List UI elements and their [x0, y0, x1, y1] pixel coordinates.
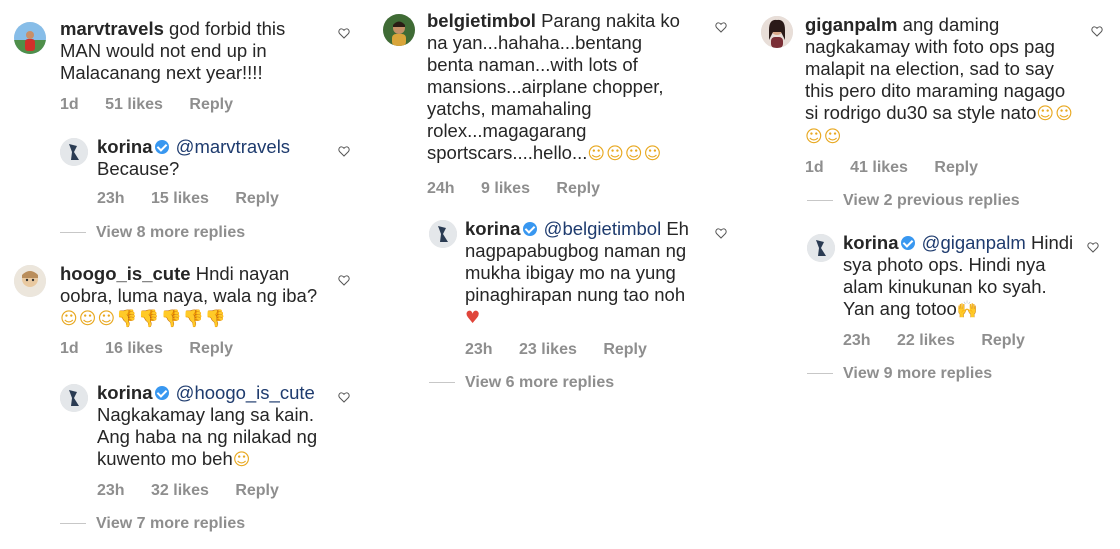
- heart-outline-icon[interactable]: [338, 28, 350, 39]
- divider-line: [807, 200, 833, 202]
- avatar-marvtravels[interactable]: [14, 22, 46, 54]
- view-more-label: View 9 more replies: [843, 365, 993, 382]
- view-more-replies-button[interactable]: View 6 more replies: [429, 374, 614, 392]
- view-more-label: View 8 more replies: [96, 224, 246, 241]
- reply-button[interactable]: Reply: [556, 180, 600, 198]
- view-more-label: View 6 more replies: [465, 374, 615, 391]
- reply-mention[interactable]: @marvtravels: [176, 136, 290, 157]
- comment-time: 1d: [60, 96, 79, 113]
- avatar-korina[interactable]: [807, 234, 835, 262]
- reply-mention[interactable]: @giganpalm: [922, 232, 1026, 253]
- heart-outline-icon[interactable]: [1087, 242, 1099, 253]
- divider-line: [807, 373, 833, 375]
- reply-likes[interactable]: 22 likes: [897, 332, 955, 350]
- divider-line: [60, 232, 86, 234]
- comment-username[interactable]: hoogo_is_cute: [60, 263, 191, 284]
- reply-meta: 23h 22 likes Reply: [843, 332, 1047, 350]
- reply-button[interactable]: Reply: [235, 482, 279, 500]
- heart-outline-icon[interactable]: [715, 228, 727, 239]
- reply-mention[interactable]: @hoogo_is_cute: [176, 382, 315, 403]
- heart-outline-icon[interactable]: [1091, 26, 1103, 37]
- comment-text: Parang nakita ko na yan...hahaha...benta…: [427, 10, 680, 163]
- comment-username[interactable]: belgietimbol: [427, 10, 536, 31]
- laughing-emoji-icon: ☺☺☺☺: [587, 144, 663, 164]
- reply-likes[interactable]: 23 likes: [519, 341, 577, 359]
- avatar-korina[interactable]: [60, 384, 88, 412]
- comment-likes[interactable]: 16 likes: [105, 340, 163, 358]
- comment-username[interactable]: giganpalm: [805, 14, 898, 35]
- divider-line: [429, 382, 455, 384]
- thumbs-down-emoji-icon: 👎👎👎👎👎: [116, 309, 228, 329]
- comment-time: 24h: [427, 180, 455, 197]
- verified-badge-icon: [900, 236, 915, 250]
- reply-username[interactable]: korina: [843, 232, 899, 253]
- comment-likes[interactable]: 41 likes: [850, 159, 908, 177]
- laughing-emoji-icon: ☺☺☺: [60, 309, 117, 329]
- reply-username[interactable]: korina: [97, 136, 153, 157]
- raising-hands-emoji-icon: 🙌: [956, 300, 980, 320]
- divider-line: [60, 523, 86, 525]
- reply-meta: 23h 32 likes Reply: [97, 482, 301, 500]
- reply-button[interactable]: Reply: [235, 190, 279, 208]
- reply-button[interactable]: Reply: [981, 332, 1025, 350]
- reply-text: Because?: [97, 158, 180, 179]
- reply-likes[interactable]: 32 likes: [151, 482, 209, 500]
- comment-time: 1d: [60, 340, 79, 357]
- laughing-emoji-icon: ☺: [232, 450, 252, 470]
- reply-time: 23h: [465, 341, 493, 358]
- comment-meta: 1d 41 likes Reply: [805, 159, 1000, 177]
- avatar-belgietimbol[interactable]: [383, 14, 415, 46]
- comment-likes[interactable]: 9 likes: [481, 180, 530, 198]
- heart-outline-icon[interactable]: [715, 22, 727, 33]
- avatar-giganpalm[interactable]: [761, 16, 793, 48]
- reply-username[interactable]: korina: [465, 218, 521, 239]
- comment-time: 1d: [805, 159, 824, 176]
- reply-meta: 23h 23 likes Reply: [465, 341, 669, 359]
- reply-button[interactable]: Reply: [189, 340, 233, 358]
- reply-time: 23h: [97, 190, 125, 207]
- avatar-korina[interactable]: [429, 220, 457, 248]
- reply-text: Nagkakamay lang sa kain. Ang haba na ng …: [97, 404, 318, 469]
- view-previous-label: View 2 previous replies: [843, 192, 1020, 209]
- comment-meta: 1d 16 likes Reply: [60, 340, 255, 358]
- reply-button[interactable]: Reply: [934, 159, 978, 177]
- reply-button[interactable]: Reply: [189, 96, 233, 114]
- reply-time: 23h: [97, 482, 125, 499]
- comment-column-2: belgietimbol Parang nakita ko na yan...h…: [375, 0, 750, 549]
- comment-column-3: giganpalm ang daming nagkakamay with fot…: [755, 0, 1120, 549]
- comment-meta: 24h 9 likes Reply: [427, 180, 622, 198]
- avatar-korina[interactable]: [60, 138, 88, 166]
- view-more-replies-button[interactable]: View 7 more replies: [60, 515, 245, 533]
- verified-badge-icon: [522, 222, 537, 236]
- comment-column-1: marvtravels god forbid this MAN would no…: [0, 0, 370, 549]
- view-more-label: View 7 more replies: [96, 515, 246, 532]
- view-more-replies-button[interactable]: View 8 more replies: [60, 224, 245, 242]
- heart-outline-icon[interactable]: [338, 392, 350, 403]
- verified-badge-icon: [154, 140, 169, 154]
- reply-username[interactable]: korina: [97, 382, 153, 403]
- view-more-replies-button[interactable]: View 9 more replies: [807, 365, 992, 383]
- reply-mention[interactable]: @belgietimbol: [544, 218, 662, 239]
- reply-likes[interactable]: 15 likes: [151, 190, 209, 208]
- reply-time: 23h: [843, 332, 871, 349]
- comment-username[interactable]: marvtravels: [60, 18, 164, 39]
- comment-likes[interactable]: 51 likes: [105, 96, 163, 114]
- reply-meta: 23h 15 likes Reply: [97, 190, 301, 208]
- verified-badge-icon: [154, 386, 169, 400]
- heart-outline-icon[interactable]: [338, 146, 350, 157]
- reply-button[interactable]: Reply: [603, 341, 647, 359]
- heart-eyes-emoji-icon: ♥: [465, 308, 481, 328]
- avatar-hoogo_is_cute[interactable]: [14, 265, 46, 297]
- comment-meta: 1d 51 likes Reply: [60, 96, 255, 114]
- view-previous-replies-button[interactable]: View 2 previous replies: [807, 192, 1020, 210]
- heart-outline-icon[interactable]: [338, 275, 350, 286]
